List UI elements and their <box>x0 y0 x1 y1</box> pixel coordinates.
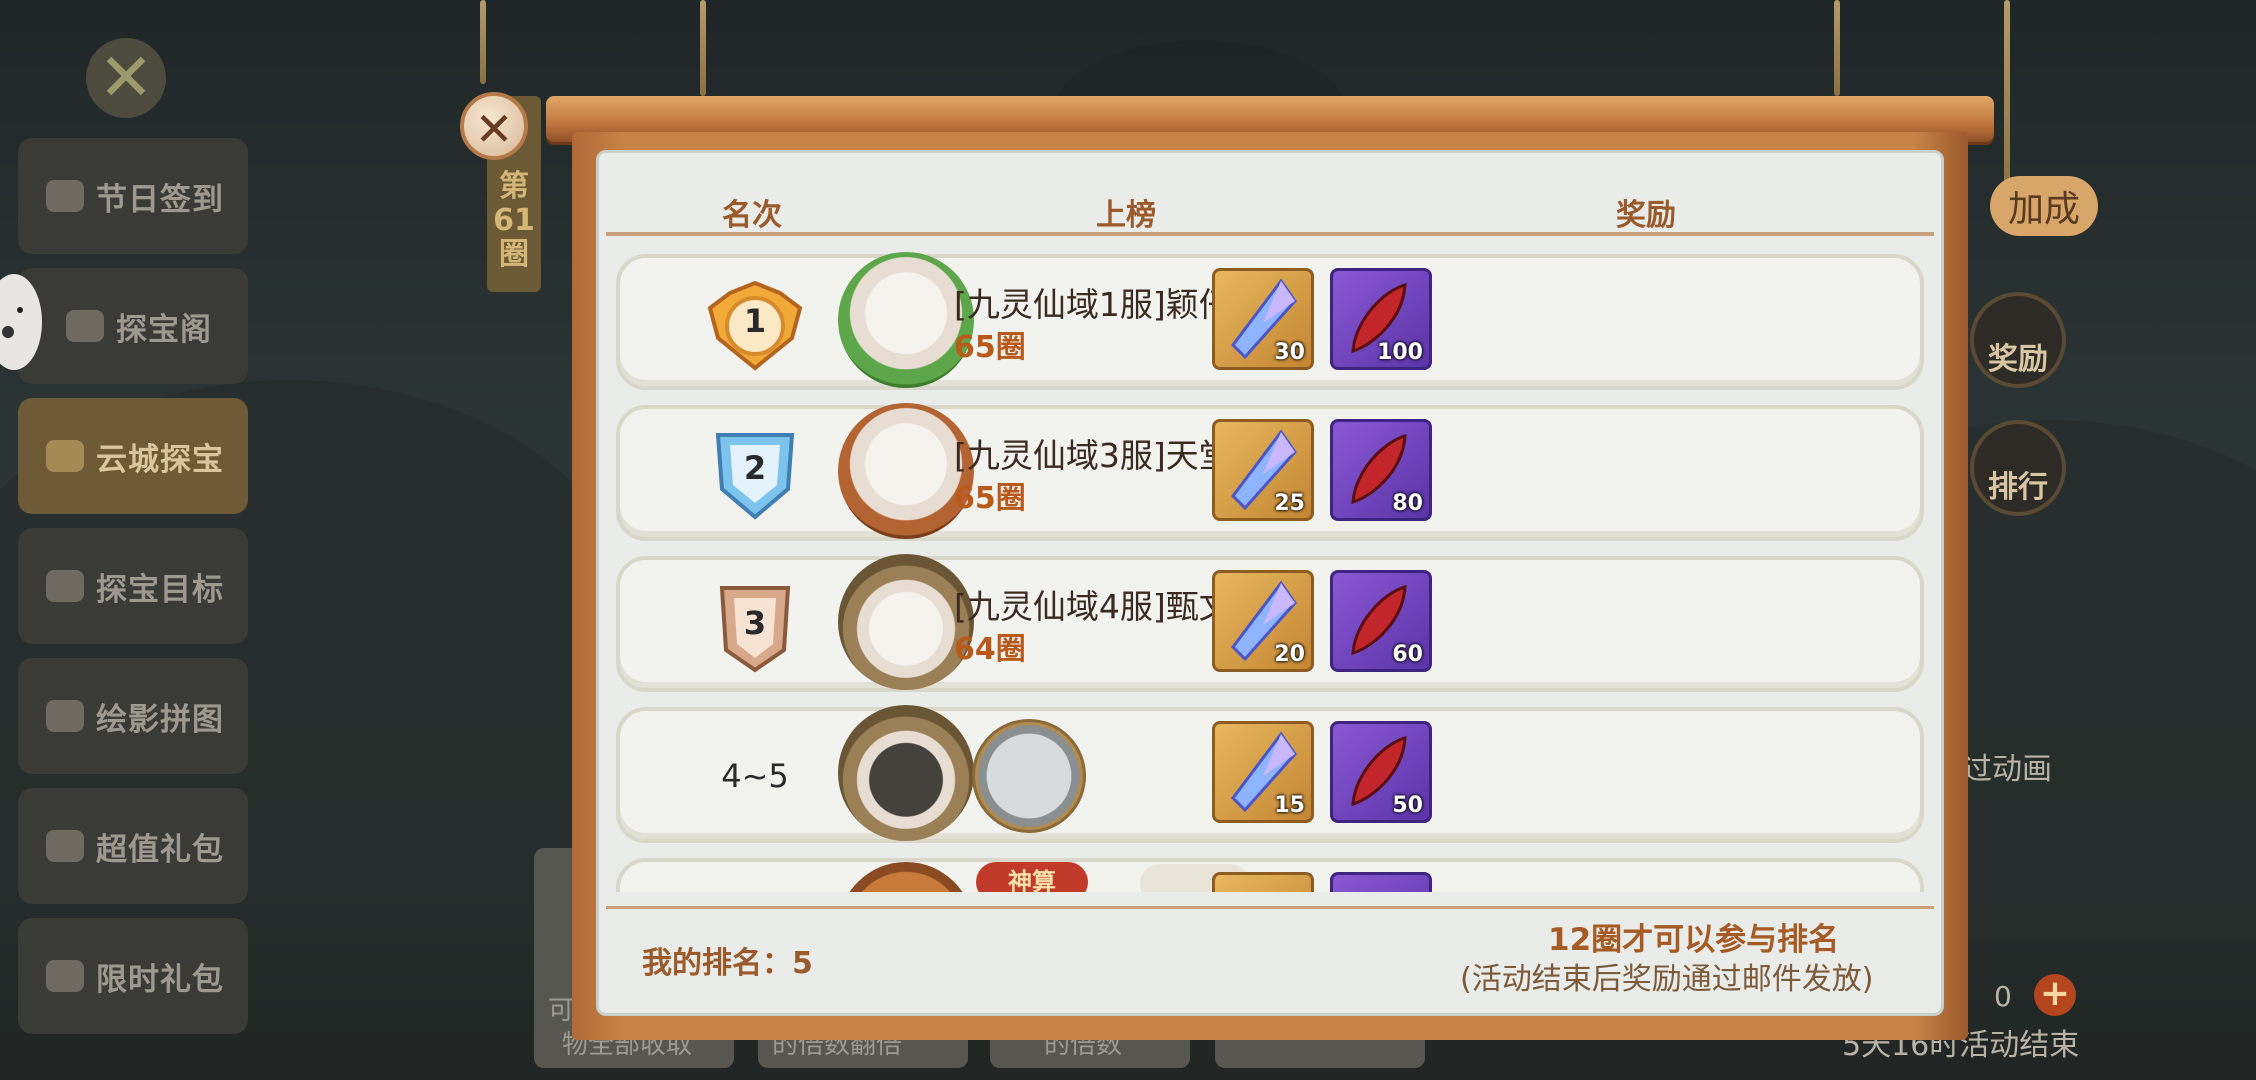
gift-icon <box>46 830 84 862</box>
reward-quantity: 100 <box>1377 340 1423 365</box>
my-rank-label: 我的排名： <box>642 946 792 981</box>
reward-quantity: 60 <box>1392 642 1423 667</box>
my-rank: 我的排名：5 <box>642 938 813 982</box>
ranking-button[interactable]: 排行 <box>1970 420 2066 516</box>
sidebar-item-treasure-pavilion[interactable]: 探宝阁 <box>18 268 248 384</box>
activity-close-icon[interactable]: ✕ <box>86 38 166 118</box>
timed-gift-icon <box>46 960 84 992</box>
reward-item[interactable]: 30 <box>1212 268 1314 370</box>
hanging-rope <box>700 0 706 96</box>
ranking-row: 2 [九灵仙域3服]天堂葵 65圈 25 80 <box>616 403 1924 541</box>
activity-sidebar: 节日签到 探宝阁 云城探宝 探宝目标 绘影拼图 超值礼包 限时礼包 <box>18 138 248 1048</box>
reward-quantity: 20 <box>1274 642 1305 667</box>
hanging-rope <box>2004 0 2010 200</box>
sidebar-item-timed-pack[interactable]: 限时礼包 <box>18 918 248 1034</box>
reward-item[interactable]: 25 <box>1212 419 1314 521</box>
header-reward: 奖励 <box>1616 198 1676 233</box>
ranking-requirement: 12圈才可以参与排名 <box>1548 922 1840 958</box>
ranking-row: 4~5 15 50 <box>616 705 1924 843</box>
rank-number: 3 <box>743 604 767 642</box>
reward-quantity: 50 <box>1392 793 1423 818</box>
bonus-label: 加成 <box>1990 176 2099 236</box>
reward-item[interactable]: 20 <box>1212 570 1314 672</box>
reward-item[interactable]: 60 <box>1330 570 1432 672</box>
reward-quantity: 25 <box>1274 491 1305 516</box>
round-tag-number: 61 <box>493 203 535 238</box>
player-score: 64圈 <box>954 632 1026 667</box>
bottom-button-label: 可 <box>548 996 575 1026</box>
puzzle-icon <box>46 700 84 732</box>
reward-item[interactable] <box>1212 872 1314 892</box>
reward-button[interactable]: 奖励 <box>1970 292 2066 388</box>
cat-mascot-icon <box>0 274 42 370</box>
mail-reward-note: (活动结束后奖励通过邮件发放) <box>1460 962 1874 997</box>
player-avatar[interactable] <box>838 705 974 841</box>
reward-item[interactable]: 100 <box>1330 268 1432 370</box>
sidebar-item-label: 超值礼包 <box>96 831 224 868</box>
round-tag-text: 圈 <box>499 237 529 272</box>
player-score: 65圈 <box>954 481 1026 516</box>
add-currency-icon[interactable]: + <box>2034 974 2076 1016</box>
currency-counter: 0 <box>1994 980 2012 1013</box>
close-icon[interactable]: ✕ <box>460 92 528 160</box>
round-tag-text: 第 <box>499 169 529 204</box>
footer-divider <box>606 906 1934 909</box>
ranking-list[interactable]: 1 [九灵仙域1服]颖仔 65圈 30 100 2 [九灵仙域3服]天堂葵 65… <box>606 244 1934 892</box>
sidebar-item-label: 探宝阁 <box>116 311 212 348</box>
header-list: 上榜 <box>1096 198 1156 233</box>
reward-item[interactable]: 15 <box>1212 721 1314 823</box>
hanging-rope <box>1834 0 1840 96</box>
reward-item[interactable]: 80 <box>1330 419 1432 521</box>
hanging-rope <box>480 0 486 84</box>
rank-number: 4~5 <box>721 757 789 795</box>
skip-animation-label[interactable]: 过动画 <box>1962 744 2052 788</box>
sidebar-item-value-pack[interactable]: 超值礼包 <box>18 788 248 904</box>
sidebar-item-label: 绘影拼图 <box>96 701 224 738</box>
reward-quantity: 30 <box>1274 340 1305 365</box>
ranking-row: 1 [九灵仙域1服]颖仔 65圈 30 100 <box>616 252 1924 390</box>
sidebar-item-label: 探宝目标 <box>96 571 224 608</box>
header-divider <box>606 232 1934 236</box>
reward-item[interactable]: 50 <box>1330 721 1432 823</box>
reward-quantity: 80 <box>1392 491 1423 516</box>
sidebar-item-label: 节日签到 <box>96 181 224 218</box>
sidebar-item-cloud-city[interactable]: 云城探宝 <box>18 398 248 514</box>
player-avatar[interactable] <box>838 862 974 892</box>
title-badge: 神算 <box>976 862 1088 892</box>
my-rank-value: 5 <box>792 946 813 981</box>
header-rank: 名次 <box>722 198 782 233</box>
player-name: [九灵仙域1服]颖仔 <box>954 285 1232 324</box>
sidebar-item-label: 云城探宝 <box>96 441 224 478</box>
rank-number: 1 <box>743 302 767 340</box>
sidebar-item-puzzle[interactable]: 绘影拼图 <box>18 658 248 774</box>
reward-button-label: 奖励 <box>1988 342 2048 377</box>
player-score: 65圈 <box>954 330 1026 365</box>
sidebar-item-label: 限时礼包 <box>96 961 224 998</box>
target-icon <box>46 570 84 602</box>
reward-item[interactable] <box>1330 872 1432 892</box>
cloud-city-icon <box>46 440 84 472</box>
sidebar-item-festival-signin[interactable]: 节日签到 <box>18 138 248 254</box>
calendar-icon <box>46 180 84 212</box>
player-avatar[interactable] <box>972 719 1086 833</box>
pavilion-icon <box>66 310 104 342</box>
ranking-row: 3 [九灵仙域4服]甄文君 64圈 20 60 <box>616 554 1924 692</box>
ranking-button-label: 排行 <box>1988 470 2048 505</box>
reward-quantity: 15 <box>1274 793 1305 818</box>
ranking-row: 神算 <box>616 858 1924 892</box>
rank-number: 2 <box>743 449 767 487</box>
sidebar-item-treasure-goal[interactable]: 探宝目标 <box>18 528 248 644</box>
